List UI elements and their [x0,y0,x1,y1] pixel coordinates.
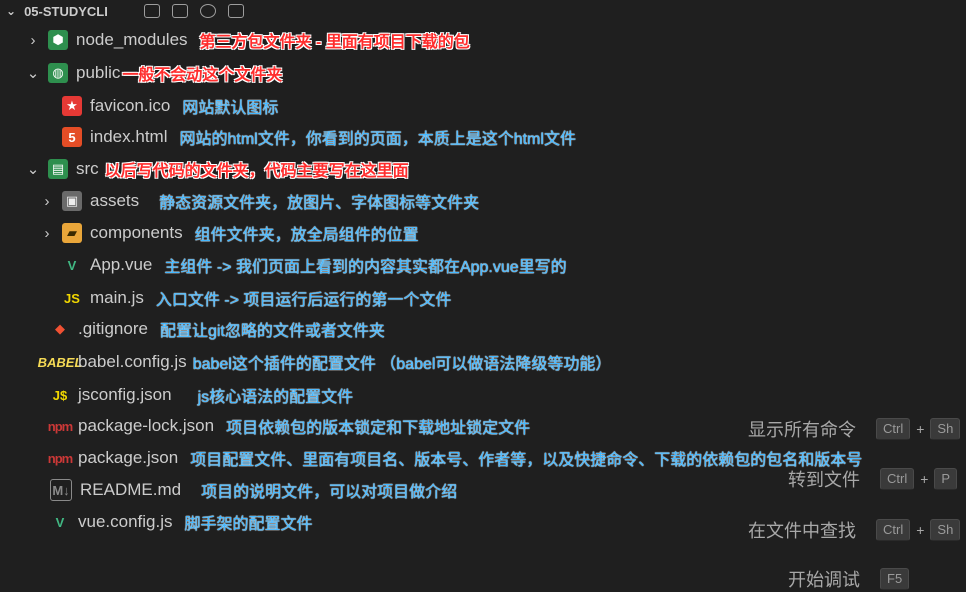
command-label: 显示所有命令 [748,420,856,440]
js-icon: JS [64,290,80,306]
plus-sign: + [920,471,929,487]
command-label: 在文件中查找 [748,521,856,541]
markdown-icon: M↓ [50,479,72,501]
annotation: 脚手架的配置文件 [184,516,313,533]
annotation: 项目依赖包的版本锁定和下载地址锁定文件 [226,420,531,437]
annotation: 第三方包文件夹 - 里面有项目下载的包 [199,34,470,51]
annotation: babel这个插件的配置文件 （babel可以做语法降级等功能） [192,356,612,373]
babel-icon: BABEL [37,354,83,370]
file-name: README.md [80,480,182,499]
file-name: index.html [90,127,168,146]
vue-config-icon: V [55,514,65,530]
plus-sign: + [916,522,925,538]
tree-item-package-json[interactable]: npm package.json 项目配置文件、里面有项目名、版本号、作者等，以… [47,443,863,473]
file-name: App.vue [90,255,153,274]
chevron-down-icon[interactable]: ⌄ [26,64,40,82]
key-shift: Sh [930,519,961,541]
chevron-right-icon[interactable]: › [26,32,40,49]
plus-sign: + [916,421,925,437]
key-f5: F5 [880,568,910,590]
vue-icon: V [67,257,77,273]
chevron-right-icon[interactable]: › [40,225,54,242]
key-ctrl: Ctrl [880,468,915,490]
tree-item-main-js[interactable]: JS main.js 入口文件 -> 项目运行后运行的第一个文件 [62,283,451,313]
file-name: package-lock.json [78,416,215,435]
annotation: 主组件 -> 我们页面上看到的内容其实都在App.vue里写的 [164,259,567,276]
html-icon: 5 [62,127,82,147]
chevron-right-icon[interactable]: › [40,193,54,210]
file-name: .gitignore [78,319,148,338]
tree-item-package-lock[interactable]: npm package-lock.json 项目依赖包的版本锁定和下载地址锁定文… [47,411,531,441]
annotation: 入口文件 -> 项目运行后运行的第一个文件 [155,292,452,309]
command-label: 转到文件 [788,470,860,490]
command-label: 开始调试 [788,570,860,590]
annotation: 静态资源文件夹，放图片、字体图标等文件夹 [159,195,480,212]
git-icon: ◆ [55,321,65,336]
tree-item-readme[interactable]: M↓ README.md 项目的说明文件，可以对项目做介绍 [50,475,457,505]
command-go-to-file[interactable]: 转到文件 Ctrl + P [788,466,958,492]
tree-item-assets[interactable]: › ▣ assets 静态资源文件夹，放图片、字体图标等文件夹 [40,186,479,216]
collapse-all-icon[interactable] [227,4,244,18]
annotation: 项目配置文件、里面有项目名、版本号、作者等，以及快捷命令、下载的依赖包的包名和版… [190,452,863,469]
chevron-down-icon[interactable]: ⌄ [26,160,40,178]
npm-icon: npm [47,450,73,466]
chevron-down-icon[interactable]: ⌄ [6,4,16,18]
folder-src-icon: ▤ [48,159,68,179]
file-name: node_modules [76,30,188,49]
command-start-debugging[interactable]: 开始调试 F5 [788,566,910,592]
annotation: 项目的说明文件，可以对项目做介绍 [201,484,458,501]
favicon-icon: ★ [62,96,82,116]
tree-item-src[interactable]: ⌄ ▤ src 以后写代码的文件夹，代码主要写在这里面 [26,154,409,184]
annotation: 一般不会动这个文件夹 [122,67,283,84]
tree-item-node-modules[interactable]: › ⬢ node_modules 第三方包文件夹 - 里面有项目下载的包 [26,25,470,55]
jsconfig-icon: J$ [52,387,68,403]
key-ctrl: Ctrl [876,519,911,541]
file-name: favicon.ico [90,96,171,115]
tree-item-components[interactable]: › ▰ components 组件文件夹，放全局组件的位置 [40,218,419,248]
file-name: public [76,63,121,82]
command-show-all[interactable]: 显示所有命令 Ctrl + Sh [748,416,961,442]
annotation: 以后写代码的文件夹，代码主要写在这里面 [104,163,409,180]
file-name: main.js [90,288,144,307]
key-ctrl: Ctrl [876,418,911,440]
key-p: P [934,468,958,490]
folder-components-icon: ▰ [62,223,82,243]
command-find-in-files[interactable]: 在文件中查找 Ctrl + Sh [748,517,961,543]
file-explorer: ⌄ 05-STUDYCLI › ⬢ node_modules 第三方包文件夹 -… [0,0,966,586]
file-name: src [76,159,99,178]
tree-item-app-vue[interactable]: V App.vue 主组件 -> 我们页面上看到的内容其实都在App.vue里写… [62,250,567,280]
file-name: vue.config.js [78,512,173,531]
tree-item-favicon[interactable]: ★ favicon.ico 网站默认图标 [62,91,278,121]
folder-node-icon: ⬢ [48,30,68,50]
file-name: package.json [78,448,179,467]
tree-item-public[interactable]: ⌄ ◍ public 一般不会动这个文件夹 [26,58,282,88]
tree-item-index-html[interactable]: 5 index.html 网站的html文件，你看到的页面，本质上是这个html… [62,122,576,152]
explorer-header[interactable]: ⌄ 05-STUDYCLI [0,0,306,22]
file-name: babel.config.js [78,352,187,371]
file-name: assets [90,191,140,210]
file-name: jsconfig.json [78,385,172,404]
project-title: 05-STUDYCLI [24,3,108,19]
npm-lock-icon: npm [47,418,73,434]
annotation: js核心语法的配置文件 [197,389,354,406]
folder-assets-icon: ▣ [62,191,82,211]
refresh-icon[interactable] [199,4,216,18]
file-name: components [90,223,183,242]
tree-item-jsconfig[interactable]: J$ jsconfig.json js核心语法的配置文件 [50,380,353,410]
new-file-icon[interactable] [143,4,160,18]
folder-public-icon: ◍ [48,63,68,83]
tree-item-vue-config[interactable]: V vue.config.js 脚手架的配置文件 [50,507,313,537]
tree-item-babel-config[interactable]: BABEL babel.config.js babel这个插件的配置文件 （ba… [37,347,612,377]
annotation: 网站默认图标 [182,100,279,117]
annotation: 网站的html文件，你看到的页面，本质上是这个html文件 [179,131,576,148]
annotation: 配置让git忽略的文件或者文件夹 [159,323,385,340]
key-shift: Sh [930,418,961,440]
annotation: 组件文件夹，放全局组件的位置 [194,227,419,244]
tree-item-gitignore[interactable]: ◆ .gitignore 配置让git忽略的文件或者文件夹 [50,314,385,344]
new-folder-icon[interactable] [171,4,188,18]
